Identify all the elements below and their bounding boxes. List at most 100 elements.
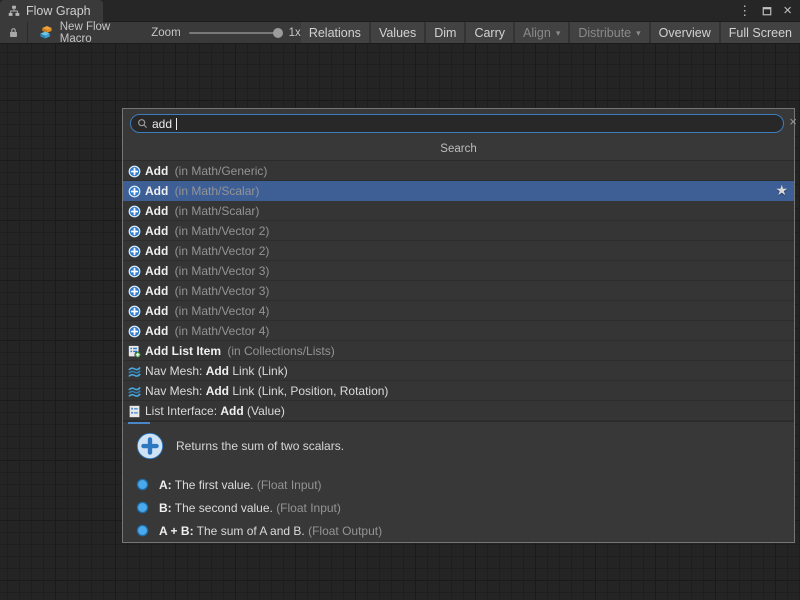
result-text: (in Math/Vector 4) xyxy=(168,304,269,318)
result-text: (in Math/Scalar) xyxy=(168,204,259,218)
port-dot-icon xyxy=(136,501,149,514)
flow-graph-icon xyxy=(8,5,20,17)
result-text: Add xyxy=(145,284,168,298)
toolbar-button-overview[interactable]: Overview xyxy=(651,22,719,43)
result-text: (in Math/Scalar) xyxy=(168,184,259,198)
result-text: (in Math/Vector 3) xyxy=(168,264,269,278)
zoom-label: Zoom xyxy=(151,27,180,39)
port-row: A: The first value. (Float Input) xyxy=(136,473,780,496)
fuzzy-finder-popup: add × Search Add (in Math/Generic)Add (i… xyxy=(122,108,795,543)
popup-close-icon[interactable]: × xyxy=(789,115,797,128)
result-row[interactable]: Add (in Math/Vector 4) xyxy=(123,301,794,321)
toolbar-button-values[interactable]: Values xyxy=(371,22,424,43)
result-text: Add xyxy=(145,324,168,338)
result-text: List Interface: xyxy=(145,404,220,418)
maximize-icon[interactable] xyxy=(762,6,772,16)
title-bar: Flow Graph ⋮ × xyxy=(0,0,800,22)
result-text: Add xyxy=(145,204,168,218)
result-row[interactable]: Add (in Math/Scalar) xyxy=(123,201,794,221)
partially-visible-row xyxy=(128,422,150,424)
result-text: (in Collections/Lists) xyxy=(221,344,335,358)
result-text: (in Math/Vector 2) xyxy=(168,244,269,258)
nav-mesh-icon xyxy=(128,365,141,378)
result-text: Add xyxy=(206,384,229,398)
result-text: Add xyxy=(145,244,168,258)
detail-panel: Returns the sum of two scalars. A: The f… xyxy=(123,421,794,542)
search-icon xyxy=(137,118,148,129)
result-row[interactable]: Add (in Math/Vector 3) xyxy=(123,281,794,301)
add-unit-icon xyxy=(128,245,141,258)
result-text: Link (Link, Position, Rotation) xyxy=(229,384,388,398)
unit-summary: Returns the sum of two scalars. xyxy=(176,439,344,453)
result-row[interactable]: Add (in Math/Vector 2) xyxy=(123,241,794,261)
search-query-text: add xyxy=(152,117,172,131)
zoom-slider-thumb[interactable] xyxy=(273,28,283,38)
search-results-list: Add (in Math/Generic)Add (in Math/Scalar… xyxy=(123,161,794,421)
new-flow-macro-label: New Flow Macro xyxy=(60,21,120,45)
window-menu-icon[interactable]: ⋮ xyxy=(738,4,751,17)
result-text: Add xyxy=(220,404,243,418)
zoom-slider[interactable] xyxy=(189,32,281,34)
result-row[interactable]: Nav Mesh: Add Link (Link) xyxy=(123,361,794,381)
new-flow-macro[interactable]: New Flow Macro xyxy=(28,21,130,45)
add-unit-icon xyxy=(128,185,141,198)
tab-title: Flow Graph xyxy=(26,4,91,18)
result-text: Add xyxy=(145,264,168,278)
result-text: (Value) xyxy=(244,404,285,418)
add-unit-icon xyxy=(128,205,141,218)
text-caret xyxy=(176,118,177,130)
result-row[interactable]: Add (in Math/Scalar)★ xyxy=(123,181,794,201)
toolbar-button-relations[interactable]: Relations xyxy=(301,22,369,43)
toolbar-button-full-screen[interactable]: Full Screen xyxy=(721,22,800,43)
result-text: Add List Item xyxy=(145,344,221,358)
result-row[interactable]: Add List Item (in Collections/Lists) xyxy=(123,341,794,361)
result-text: (in Math/Generic) xyxy=(168,164,267,178)
flow-macro-icon xyxy=(38,25,54,40)
result-text: Link (Link) xyxy=(229,364,288,378)
toolbar-button-align[interactable]: Align▾ xyxy=(515,22,568,43)
port-row: B: The second value. (Float Input) xyxy=(136,496,780,519)
favorite-star-icon[interactable]: ★ xyxy=(775,182,788,199)
result-row[interactable]: Add (in Math/Vector 4) xyxy=(123,321,794,341)
result-text: (in Math/Vector 3) xyxy=(168,284,269,298)
result-row[interactable]: List Interface: Add (Value) xyxy=(123,401,794,421)
toolbar-buttons: RelationsValuesDimCarryAlign▾Distribute▾… xyxy=(301,22,800,43)
port-dot-icon xyxy=(136,478,149,491)
tab-flow-graph[interactable]: Flow Graph xyxy=(0,0,103,22)
port-row: A + B: The sum of A and B. (Float Output… xyxy=(136,519,780,542)
port-description-text: A + B: The sum of A and B. (Float Output… xyxy=(159,524,382,538)
result-row[interactable]: Add (in Math/Generic) xyxy=(123,161,794,181)
add-unit-icon xyxy=(128,165,141,178)
add-unit-icon xyxy=(128,265,141,278)
list-interface-icon xyxy=(128,405,141,418)
close-window-icon[interactable]: × xyxy=(783,3,792,18)
port-description-text: A: The first value. (Float Input) xyxy=(159,478,322,492)
chevron-down-icon: ▾ xyxy=(636,28,641,39)
add-unit-icon xyxy=(128,305,141,318)
result-row[interactable]: Nav Mesh: Add Link (Link, Position, Rota… xyxy=(123,381,794,401)
lock-button[interactable] xyxy=(0,22,27,43)
result-row[interactable]: Add (in Math/Vector 2) xyxy=(123,221,794,241)
chevron-down-icon: ▾ xyxy=(556,28,561,39)
result-text: Add xyxy=(206,364,229,378)
search-header-label: Search xyxy=(123,137,794,161)
result-text: Nav Mesh: xyxy=(145,364,206,378)
toolbar: New Flow Macro Zoom 1x RelationsValuesDi… xyxy=(0,22,800,44)
result-row[interactable]: Add (in Math/Vector 3) xyxy=(123,261,794,281)
lock-icon xyxy=(8,26,19,39)
result-text: Add xyxy=(145,164,168,178)
search-row: add × xyxy=(123,109,794,137)
result-text: Add xyxy=(145,304,168,318)
add-unit-icon xyxy=(128,285,141,298)
result-text: Nav Mesh: xyxy=(145,384,206,398)
nav-mesh-icon xyxy=(128,385,141,398)
zoom-value: 1x xyxy=(289,27,301,39)
toolbar-button-carry[interactable]: Carry xyxy=(466,22,513,43)
result-text: (in Math/Vector 4) xyxy=(168,324,269,338)
add-unit-large-icon xyxy=(136,432,164,460)
search-input[interactable]: add xyxy=(130,114,784,133)
toolbar-button-dim[interactable]: Dim xyxy=(426,22,464,43)
port-dot-icon xyxy=(136,524,149,537)
add-unit-icon xyxy=(128,325,141,338)
toolbar-button-distribute[interactable]: Distribute▾ xyxy=(570,22,648,43)
